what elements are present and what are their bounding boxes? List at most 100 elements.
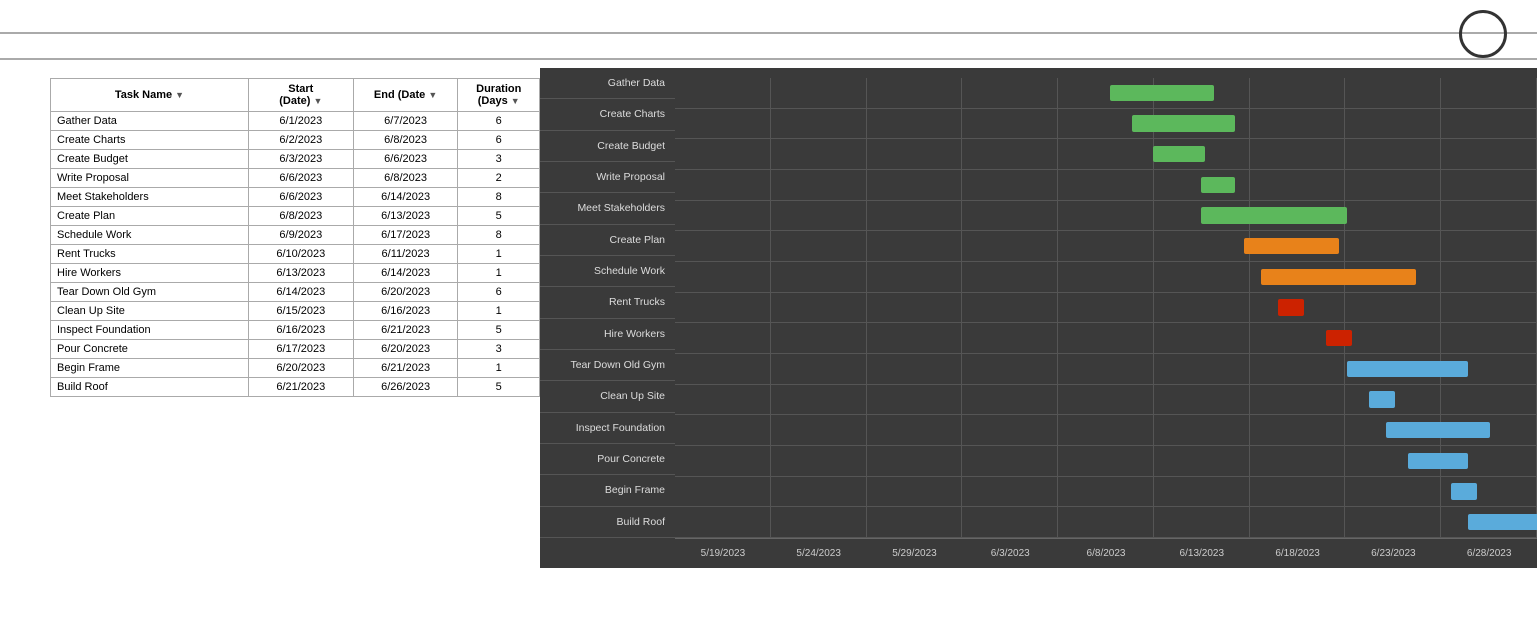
end-date-cell: 6/14/2023: [353, 264, 458, 283]
table-row: Gather Data 6/1/2023 6/7/2023 6: [51, 112, 540, 131]
gantt-bar: [1132, 115, 1235, 131]
start-date-cell: 6/9/2023: [248, 226, 353, 245]
logo-area: [1459, 10, 1517, 58]
end-date-cell: 6/8/2023: [353, 169, 458, 188]
gantt-bar: [1347, 361, 1468, 377]
table-row: Tear Down Old Gym 6/14/2023 6/20/2023 6: [51, 283, 540, 302]
start-date-cell: 6/16/2023: [248, 321, 353, 340]
gantt-row-label: Pour Concrete: [540, 444, 675, 475]
header-divider2: [0, 58, 1537, 60]
table-row: Create Charts 6/2/2023 6/8/2023 6: [51, 131, 540, 150]
filter-icon-end[interactable]: ▼: [428, 90, 437, 100]
end-date-cell: 6/26/2023: [353, 378, 458, 397]
duration-cell: 1: [458, 359, 540, 378]
task-name-cell: Create Charts: [51, 131, 249, 150]
gantt-axis-label: 6/8/2023: [1058, 548, 1154, 559]
gantt-bar: [1201, 207, 1348, 223]
start-date-cell: 6/21/2023: [248, 378, 353, 397]
start-date-cell: 6/14/2023: [248, 283, 353, 302]
end-date-cell: 6/7/2023: [353, 112, 458, 131]
gantt-chart: Gather DataCreate ChartsCreate BudgetWri…: [540, 68, 1537, 568]
filter-icon-start[interactable]: ▼: [313, 96, 322, 106]
col-header-start: Start(Date) ▼: [248, 79, 353, 112]
gantt-axis-label: 6/23/2023: [1345, 548, 1441, 559]
gantt-bar-row: [675, 170, 1537, 201]
duration-cell: 5: [458, 207, 540, 226]
table-row: Meet Stakeholders 6/6/2023 6/14/2023 8: [51, 188, 540, 207]
start-date-cell: 6/20/2023: [248, 359, 353, 378]
gantt-bar-row: [675, 477, 1537, 508]
gantt-bar-row: [675, 415, 1537, 446]
gantt-bar: [1326, 330, 1352, 346]
task-name-cell: Hire Workers: [51, 264, 249, 283]
gantt-axis-label: 5/19/2023: [675, 548, 771, 559]
task-table: Task Name ▼ Start(Date) ▼ End (Date ▼ Du…: [50, 78, 540, 397]
table-row: Begin Frame 6/20/2023 6/21/2023 1: [51, 359, 540, 378]
end-date-cell: 6/14/2023: [353, 188, 458, 207]
duration-cell: 6: [458, 131, 540, 150]
task-name-cell: Schedule Work: [51, 226, 249, 245]
task-name-cell: Tear Down Old Gym: [51, 283, 249, 302]
end-date-cell: 6/8/2023: [353, 131, 458, 150]
logo-icon: [1459, 10, 1507, 58]
gantt-bar: [1451, 483, 1477, 499]
start-date-cell: 6/1/2023: [248, 112, 353, 131]
filter-icon-dur[interactable]: ▼: [511, 96, 520, 106]
start-date-cell: 6/3/2023: [248, 150, 353, 169]
gantt-axis-label: 5/24/2023: [771, 548, 867, 559]
start-date-cell: 6/10/2023: [248, 245, 353, 264]
duration-cell: 1: [458, 264, 540, 283]
gantt-bar: [1369, 391, 1395, 407]
gantt-bar-row: [675, 385, 1537, 416]
gantt-bar-row: [675, 323, 1537, 354]
gantt-row-label: Create Plan: [540, 225, 675, 256]
duration-cell: 5: [458, 321, 540, 340]
start-date-cell: 6/8/2023: [248, 207, 353, 226]
table-row: Create Plan 6/8/2023 6/13/2023 5: [51, 207, 540, 226]
duration-cell: 1: [458, 302, 540, 321]
gantt-row-label: Inspect Foundation: [540, 413, 675, 444]
table-row: Build Roof 6/21/2023 6/26/2023 5: [51, 378, 540, 397]
gantt-axis-label: 6/13/2023: [1154, 548, 1250, 559]
table-row: Create Budget 6/3/2023 6/6/2023 3: [51, 150, 540, 169]
gantt-bar-row: [675, 78, 1537, 109]
task-name-cell: Inspect Foundation: [51, 321, 249, 340]
duration-cell: 2: [458, 169, 540, 188]
col-header-end: End (Date ▼: [353, 79, 458, 112]
table-row: Write Proposal 6/6/2023 6/8/2023 2: [51, 169, 540, 188]
gantt-bar-row: [675, 293, 1537, 324]
task-name-cell: Gather Data: [51, 112, 249, 131]
filter-icon-task[interactable]: ▼: [175, 90, 184, 100]
duration-cell: 1: [458, 245, 540, 264]
duration-cell: 8: [458, 226, 540, 245]
duration-cell: 5: [458, 378, 540, 397]
end-date-cell: 6/6/2023: [353, 150, 458, 169]
table-row: Schedule Work 6/9/2023 6/17/2023 8: [51, 226, 540, 245]
gantt-bar-row: [675, 354, 1537, 385]
gantt-row-label: Gather Data: [540, 68, 675, 99]
duration-cell: 3: [458, 150, 540, 169]
gantt-bar-row: [675, 109, 1537, 140]
gantt-bars-area: [675, 78, 1537, 538]
gantt-bar-row: [675, 139, 1537, 170]
task-table-section: Task Name ▼ Start(Date) ▼ End (Date ▼ Du…: [50, 68, 540, 568]
col-header-duration: Duration(Days ▼: [458, 79, 540, 112]
end-date-cell: 6/16/2023: [353, 302, 458, 321]
gantt-bar-row: [675, 201, 1537, 232]
gantt-bar-row: [675, 507, 1537, 538]
start-date-cell: 6/15/2023: [248, 302, 353, 321]
gantt-bar: [1244, 238, 1339, 254]
task-name-cell: Build Roof: [51, 378, 249, 397]
table-row: Hire Workers 6/13/2023 6/14/2023 1: [51, 264, 540, 283]
gantt-bar: [1408, 453, 1468, 469]
end-date-cell: 6/20/2023: [353, 283, 458, 302]
table-row: Clean Up Site 6/15/2023 6/16/2023 1: [51, 302, 540, 321]
end-date-cell: 6/17/2023: [353, 226, 458, 245]
col-header-task: Task Name ▼: [51, 79, 249, 112]
task-name-cell: Write Proposal: [51, 169, 249, 188]
gantt-axis: 5/19/20235/24/20235/29/20236/3/20236/8/2…: [675, 538, 1537, 568]
gantt-row-label: Hire Workers: [540, 319, 675, 350]
end-date-cell: 6/21/2023: [353, 321, 458, 340]
gantt-bar: [1261, 269, 1416, 285]
gantt-row-label: Rent Trucks: [540, 287, 675, 318]
